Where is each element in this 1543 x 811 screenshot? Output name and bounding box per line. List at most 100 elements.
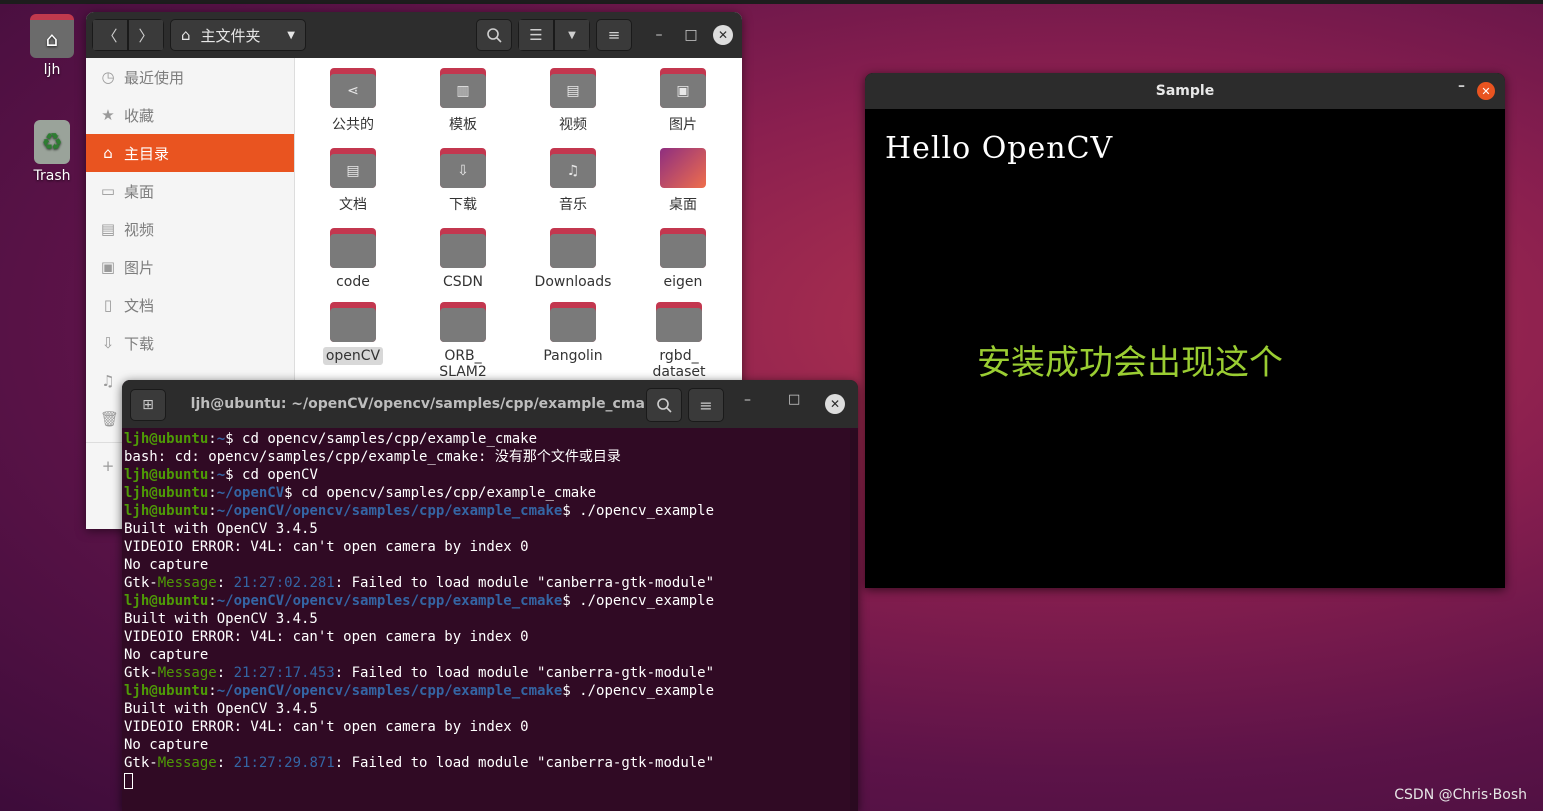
sidebar-item-videos[interactable]: ▤ 视频	[86, 210, 294, 248]
close-icon: ✕	[829, 397, 841, 411]
gtk-sep: :	[216, 665, 234, 681]
file-item-documents[interactable]: ▤ 文档	[303, 148, 403, 214]
gtk-prefix: Gtk-	[124, 575, 158, 591]
home-icon: ⌂	[181, 26, 191, 44]
gtk-message-tag: Message	[157, 575, 217, 591]
search-button[interactable]	[476, 19, 512, 51]
terminal-output[interactable]: ljh@ubuntu: ~ $ cd opencv/samples/cpp/exam…	[124, 430, 848, 790]
prompt-sep: :	[208, 503, 217, 519]
gtk-sep: :	[216, 575, 234, 591]
terminal-titlebar: ⊞ ljh@ubuntu: ~/openCV/opencv/samples/cp…	[122, 380, 858, 428]
path-bar-button[interactable]: ⌂ 主文件夹 ▼	[170, 19, 306, 51]
sidebar-item-downloads[interactable]: ⇩ 下载	[86, 324, 294, 362]
prompt-user: ljh@ubuntu	[124, 485, 209, 501]
prompt-path: ~/openCV/opencv/samples/cpp/example_cmak…	[216, 593, 563, 609]
file-item-pictures[interactable]: ▣ 图片	[633, 68, 733, 134]
file-item-downloads-en[interactable]: Downloads	[523, 228, 623, 290]
output-text: No capture	[124, 737, 209, 753]
gtk-message-text: : Failed to load module "canberra-gtk-mo…	[334, 665, 715, 681]
prompt-command: $ ./opencv_example	[562, 683, 715, 699]
folder-icon	[330, 308, 376, 342]
sidebar-item-desktop[interactable]: ▭ 桌面	[86, 172, 294, 210]
minimize-button[interactable]: –	[646, 22, 672, 48]
gtk-timestamp: 21:27:29.871	[233, 755, 335, 771]
sidebar-item-pictures[interactable]: ▣ 图片	[86, 248, 294, 286]
prompt-path: ~	[216, 467, 226, 483]
search-icon	[487, 28, 502, 43]
terminal-window: ⊞ ljh@ubuntu: ~/openCV/opencv/samples/cp…	[122, 380, 858, 811]
gtk-sep: :	[216, 755, 234, 771]
back-button[interactable]: 〈	[92, 19, 128, 51]
gtk-timestamp: 21:27:02.281	[233, 575, 335, 591]
file-item-downloads[interactable]: ⇩ 下载	[413, 148, 513, 214]
close-button[interactable]: ✕	[1477, 82, 1495, 100]
csdn-watermark: CSDN @Chris·Bosh	[1394, 787, 1527, 803]
file-item-orb-slam2[interactable]: ORB_ SLAM2	[413, 302, 513, 380]
terminal-line: No capture	[124, 646, 848, 664]
terminal-line: ljh@ubuntu:~/openCV$ cd opencv/samples/c…	[124, 484, 848, 502]
prompt-user: ljh@ubuntu	[124, 593, 209, 609]
output-text: Built with OpenCV 3.4.5	[124, 521, 318, 537]
terminal-title: ljh@ubuntu: ~/openCV/opencv/samples/cpp/…	[190, 396, 664, 412]
home-folder-icon: ⌂	[30, 14, 74, 58]
sidebar-item-recent[interactable]: ◷ 最近使用	[86, 58, 294, 96]
maximize-button[interactable]: □	[678, 22, 704, 48]
terminal-line: ljh@ubuntu:~$ cd openCV	[124, 466, 848, 484]
file-item-music[interactable]: ♫ 音乐	[523, 148, 623, 214]
sidebar-item-starred[interactable]: ★ 收藏	[86, 96, 294, 134]
terminal-search-button[interactable]	[646, 388, 682, 422]
terminal-line: Built with OpenCV 3.4.5	[124, 520, 848, 538]
file-item-public[interactable]: ⋖ 公共的	[303, 68, 403, 134]
file-item-pangolin[interactable]: Pangolin	[523, 302, 623, 364]
path-label: 主文件夹	[200, 26, 261, 45]
template-icon: ▥	[440, 74, 486, 108]
close-button[interactable]: ✕	[710, 22, 736, 48]
sidebar-item-home[interactable]: ⌂ 主目录	[86, 134, 294, 172]
terminal-line: VIDEOIO ERROR: V4L: can't open camera by…	[124, 538, 848, 556]
hello-opencv-text: Hello OpenCV	[885, 131, 1114, 166]
maximize-button[interactable]: □	[788, 392, 800, 407]
prompt-user: ljh@ubuntu	[124, 503, 209, 519]
desktop-home-shortcut[interactable]: ⌂ ljh	[22, 14, 82, 78]
close-button[interactable]: ✕	[825, 394, 845, 414]
minimize-button[interactable]: –	[1458, 78, 1465, 94]
terminal-line: Gtk-Message: 21:27:02.281: Failed to loa…	[124, 574, 848, 592]
terminal-line: No capture	[124, 556, 848, 574]
sidebar-item-documents[interactable]: ▯ 文档	[86, 286, 294, 324]
view-mode-button[interactable]: ☰	[518, 19, 554, 51]
terminal-line: Gtk-Message: 21:27:17.453: Failed to loa…	[124, 664, 848, 682]
file-item-videos[interactable]: ▤ 视频	[523, 68, 623, 134]
menu-button[interactable]: ≡	[596, 19, 632, 51]
download-icon: ⇩	[440, 154, 486, 188]
file-item-templates[interactable]: ▥ 模板	[413, 68, 513, 134]
terminal-menu-button[interactable]: ≡	[688, 388, 724, 422]
text-cursor	[124, 773, 133, 789]
minimize-button[interactable]: –	[744, 392, 751, 408]
file-item-csdn[interactable]: CSDN	[413, 228, 513, 290]
terminal-cursor-line	[124, 772, 848, 790]
folder-icon	[550, 308, 596, 342]
file-item-code[interactable]: code	[303, 228, 403, 290]
file-item-opencv[interactable]: openCV	[303, 302, 403, 365]
file-item-rgbd-dataset[interactable]: rgbd_ dataset	[629, 302, 729, 380]
output-text: VIDEOIO ERROR: V4L: can't open camera by…	[124, 719, 529, 735]
forward-button[interactable]: 〉	[128, 19, 164, 51]
file-manager-headerbar: 〈 〉 ⌂ 主文件夹 ▼ ☰ ▼ ≡ – □ ✕	[86, 12, 742, 58]
prompt-command: $ cd opencv/samples/cpp/example_cmake	[284, 485, 597, 501]
desktop-icon: ▭	[100, 182, 116, 200]
music-icon: ♫	[550, 154, 596, 188]
view-options-button[interactable]: ▼	[554, 19, 590, 51]
desktop-trash-shortcut[interactable]: ♻ Trash	[22, 120, 82, 184]
file-item-eigen[interactable]: eigen	[633, 228, 733, 290]
video-icon: ▤	[550, 74, 596, 108]
prompt-user: ljh@ubuntu	[124, 683, 209, 699]
output-text: No capture	[124, 557, 209, 573]
sample-title: Sample	[1155, 83, 1215, 99]
terminal-scrollbar[interactable]	[850, 430, 858, 811]
chevron-down-icon: ▼	[568, 29, 576, 41]
home-icon: ⌂	[103, 144, 113, 162]
file-item-desktop[interactable]: 桌面	[633, 148, 733, 214]
music-icon: ♫	[101, 372, 115, 390]
output-text: Built with OpenCV 3.4.5	[124, 701, 318, 717]
document-icon: ▯	[103, 296, 113, 314]
